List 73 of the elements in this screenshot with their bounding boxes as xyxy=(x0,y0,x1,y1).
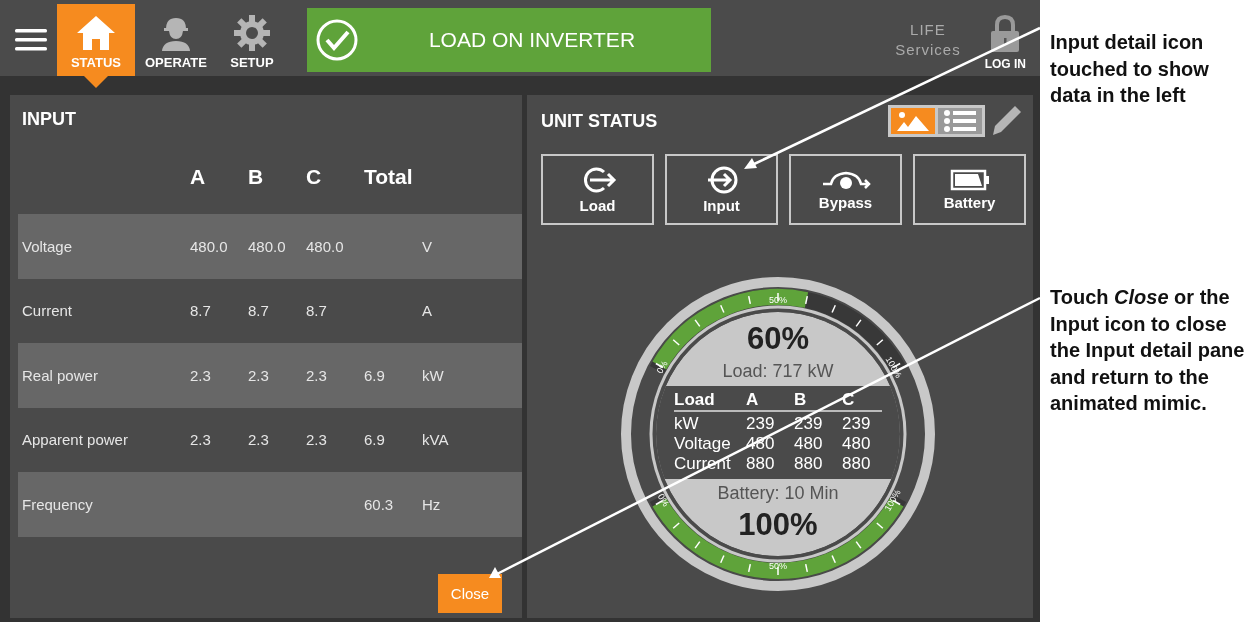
table-cell: 2.3 xyxy=(248,366,269,384)
table-cell: 480.0 xyxy=(248,237,286,255)
table-cell: 480.0 xyxy=(190,237,228,255)
unit-label: kW xyxy=(422,366,445,384)
menu-icon[interactable] xyxy=(15,28,47,52)
row-label: Frequency xyxy=(22,495,94,513)
table-cell: 60.3 xyxy=(364,495,394,513)
row-label: Voltage xyxy=(22,237,74,255)
table-cell-text: kW xyxy=(674,414,700,434)
row-label: Apparent power xyxy=(22,431,129,449)
table-cell: 6.9 xyxy=(364,431,385,449)
table-cell-text: 239 xyxy=(842,414,872,434)
table-cell: 2.3 xyxy=(190,366,211,384)
column-header: Load xyxy=(674,390,746,412)
table-cell-text: 480 xyxy=(794,434,824,454)
annotation-text: Touch Close or the Input icon to close the Input detail pane and return to the animated mimic. xyxy=(1050,285,1246,416)
table-cell-text: 880 xyxy=(746,454,776,474)
image-icon xyxy=(896,110,930,132)
mode-button[interactable]: Battery xyxy=(913,154,1026,225)
table-cell-text: 239 xyxy=(794,414,824,434)
table-cell-text: 480 xyxy=(842,434,872,454)
lock-icon xyxy=(989,15,1022,53)
table-cell-text: 880 xyxy=(842,454,872,474)
services-label: LIFE Services xyxy=(895,20,961,60)
battery-icon xyxy=(949,168,990,192)
battery-percent: 100% xyxy=(738,506,818,544)
table-cell: 480.0 xyxy=(306,237,344,255)
unit-label: kVA xyxy=(422,431,450,449)
status-text: LOAD ON INVERTER xyxy=(428,28,636,52)
column-header: A xyxy=(190,165,207,189)
mode-button[interactable]: Bypass xyxy=(789,154,902,225)
table-cell-text: 239 xyxy=(746,414,776,434)
table-cell: 6.9 xyxy=(364,366,385,384)
table-cell: 2.3 xyxy=(306,431,327,449)
row-label: Real power xyxy=(22,366,99,384)
battery-reading: Battery: 10 Min xyxy=(717,482,839,505)
unit-label: V xyxy=(422,237,433,255)
mode-button[interactable]: Load xyxy=(541,154,654,225)
column-header: B xyxy=(794,390,842,412)
panel-title: UNIT STATUS xyxy=(540,109,659,133)
panel-title: INPUT xyxy=(21,108,77,131)
nav-tab[interactable]: OPERATE xyxy=(137,4,215,76)
column-header: Total xyxy=(364,165,414,189)
gauge-tick-label: 50% xyxy=(769,561,787,572)
row-label: Current xyxy=(22,302,74,320)
gauge-tick-label: 0% xyxy=(655,492,671,509)
table-cell: 2.3 xyxy=(248,431,269,449)
gear-icon xyxy=(233,15,270,51)
annotation-text: Input detail icon touched to show data in the left xyxy=(1050,30,1210,108)
login-button[interactable]: LOG IN xyxy=(984,4,1026,76)
column-header: B xyxy=(248,165,265,189)
column-header: A xyxy=(746,390,794,412)
gauge-tick-label: 0% xyxy=(654,359,670,376)
table-cell-text: 880 xyxy=(794,454,824,474)
mode-button[interactable]: Input xyxy=(665,154,778,225)
check-circle-icon xyxy=(314,18,359,62)
list-view-toggle[interactable] xyxy=(938,108,982,134)
table-cell: 2.3 xyxy=(306,366,327,384)
table-cell: 8.7 xyxy=(190,302,211,320)
house-icon xyxy=(76,15,116,51)
unit-label: Hz xyxy=(422,495,442,513)
table-cell-text: Voltage xyxy=(674,434,732,454)
list-icon xyxy=(943,110,977,132)
unit-label: A xyxy=(422,302,433,320)
load-percent: 60% xyxy=(746,320,809,358)
table-cell: 8.7 xyxy=(306,302,327,320)
mimic-view-toggle[interactable] xyxy=(891,108,935,134)
table-cell: 8.7 xyxy=(248,302,269,320)
nav-tab[interactable]: SETUP xyxy=(216,4,287,76)
load-reading: Load: 717 kW xyxy=(722,360,834,383)
column-header: C xyxy=(306,165,323,189)
gauge-tick-label: 50% xyxy=(769,295,787,306)
table-cell: 2.3 xyxy=(190,431,211,449)
